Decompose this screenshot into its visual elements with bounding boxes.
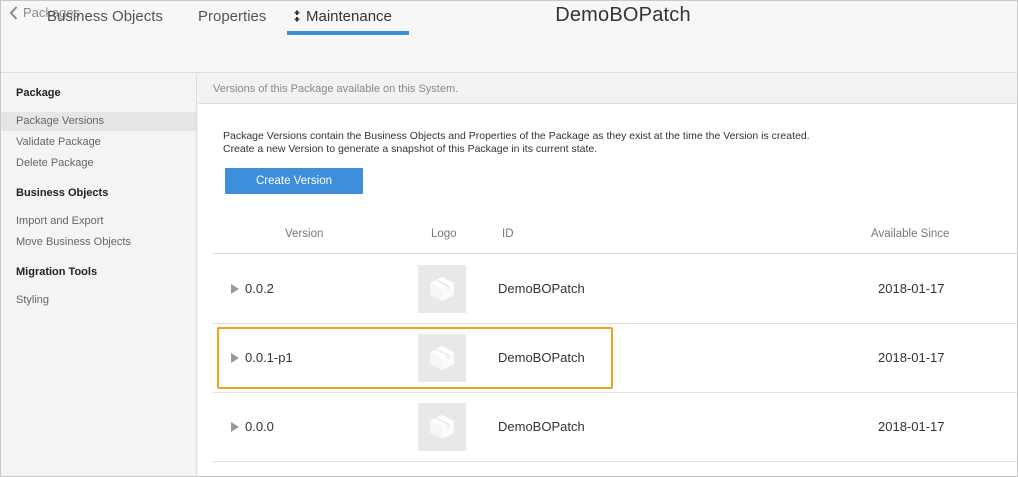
tab-label: Business Objects xyxy=(47,8,163,25)
vertical-arrows-icon xyxy=(293,2,301,34)
sidebar-item-styling[interactable]: Styling xyxy=(1,291,196,310)
column-header-version[interactable]: Version xyxy=(285,228,323,240)
tab-label: Properties xyxy=(198,8,267,25)
tab-maintenance[interactable]: Maintenance xyxy=(287,1,409,35)
version-cell: 0.0.1-p1 xyxy=(245,350,293,365)
column-header-available-since[interactable]: Available Since xyxy=(871,228,949,240)
column-header-id[interactable]: ID xyxy=(502,228,514,240)
package-box-icon xyxy=(430,346,454,370)
create-version-button[interactable]: Create Version xyxy=(225,168,363,194)
available-since-cell: 2018-01-17 xyxy=(878,281,945,296)
table-row[interactable]: 0.0.2 DemoBOPatch 2018-01-17 xyxy=(213,255,1017,324)
description-line: Create a new Version to generate a snaps… xyxy=(223,143,598,155)
expand-triangle-icon[interactable] xyxy=(231,284,239,294)
app-window: Packages DemoBOPatch Business Objects Pr… xyxy=(0,0,1018,477)
table-row[interactable]: 0.0.1-p1 DemoBOPatch 2018-01-17 xyxy=(213,324,1017,393)
package-box-icon xyxy=(430,415,454,439)
tab-label: Maintenance xyxy=(306,8,392,25)
description: Package Versions contain the Business Ob… xyxy=(223,130,810,156)
package-logo xyxy=(418,403,466,451)
info-bar: Versions of this Package available on th… xyxy=(198,74,1017,104)
sidebar-heading-migration-tools: Migration Tools xyxy=(16,266,98,278)
id-cell: DemoBOPatch xyxy=(498,281,585,296)
sidebar-item-package-versions[interactable]: Package Versions xyxy=(1,112,196,131)
package-logo xyxy=(418,265,466,313)
expand-triangle-icon[interactable] xyxy=(231,353,239,363)
package-box-icon xyxy=(430,277,454,301)
main-content: Versions of this Package available on th… xyxy=(198,74,1017,476)
sidebar-item-import-export[interactable]: Import and Export xyxy=(1,212,196,231)
sidebar-heading-package: Package xyxy=(16,87,61,99)
sidebar-item-move-business-objects[interactable]: Move Business Objects xyxy=(1,233,196,252)
id-cell: DemoBOPatch xyxy=(498,350,585,365)
version-cell: 0.0.2 xyxy=(245,281,274,296)
expand-triangle-icon[interactable] xyxy=(231,422,239,432)
tab-business-objects[interactable]: Business Objects xyxy=(47,1,163,35)
column-header-logo: Logo xyxy=(431,228,457,240)
table-header: Version Logo ID Available Since xyxy=(213,220,1017,254)
sidebar-item-delete-package[interactable]: Delete Package xyxy=(1,154,196,173)
available-since-cell: 2018-01-17 xyxy=(878,350,945,365)
sidebar-heading-business-objects: Business Objects xyxy=(16,187,109,199)
version-cell: 0.0.0 xyxy=(245,419,274,434)
id-cell: DemoBOPatch xyxy=(498,419,585,434)
table-row[interactable]: 0.0.0 DemoBOPatch 2018-01-17 xyxy=(213,393,1017,462)
available-since-cell: 2018-01-17 xyxy=(878,419,945,434)
package-logo xyxy=(418,334,466,382)
sidebar: Package Package Versions Validate Packag… xyxy=(1,74,197,476)
tab-properties[interactable]: Properties xyxy=(198,1,266,35)
description-line: Package Versions contain the Business Ob… xyxy=(223,130,810,142)
header: Packages DemoBOPatch Business Objects Pr… xyxy=(1,1,1017,73)
sidebar-item-validate-package[interactable]: Validate Package xyxy=(1,133,196,152)
